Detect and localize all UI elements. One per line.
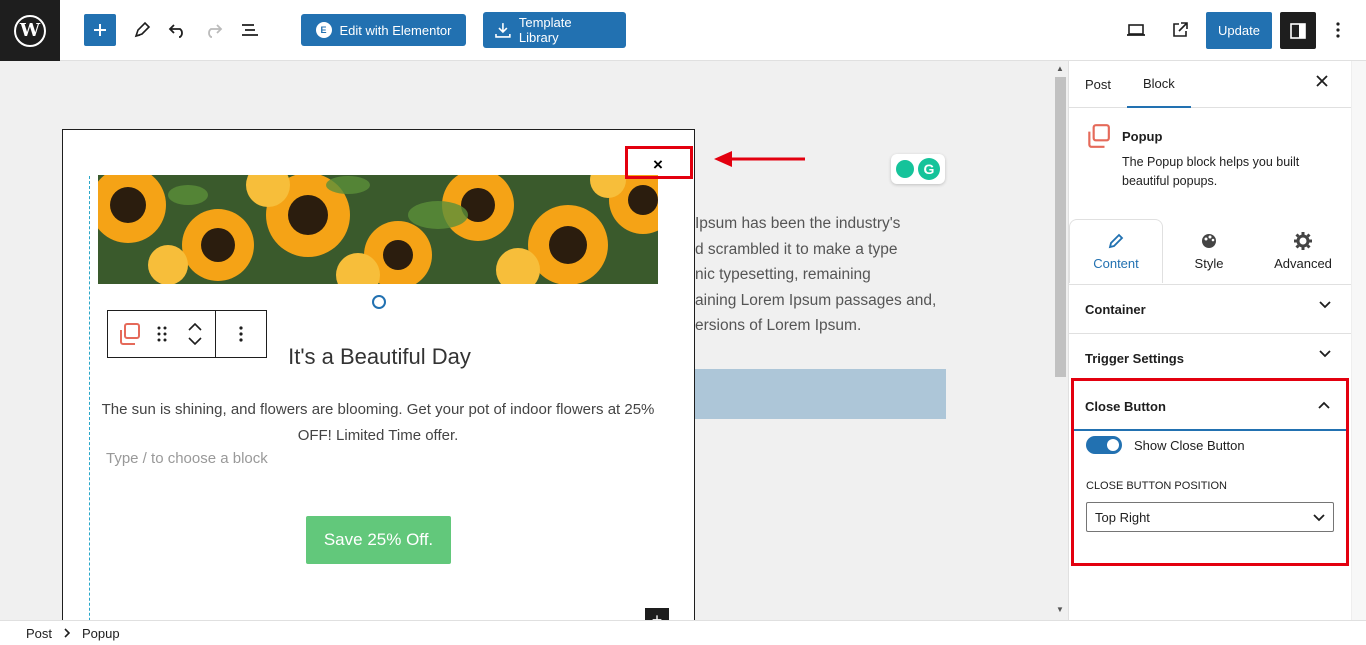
tab-advanced[interactable]: Advanced bbox=[1257, 219, 1349, 283]
preview-device-button[interactable] bbox=[1122, 14, 1150, 46]
chevron-down-icon bbox=[1319, 350, 1331, 358]
editor-canvas: Ipsum has been the industry's d scramble… bbox=[0, 61, 1068, 620]
breadcrumb: Post Popup bbox=[0, 620, 1366, 645]
scrollbar-thumb[interactable] bbox=[1055, 77, 1066, 377]
wordpress-icon: W bbox=[14, 14, 46, 47]
breadcrumb-post[interactable]: Post bbox=[26, 626, 52, 641]
popup-heading[interactable]: It's a Beautiful Day bbox=[63, 344, 696, 370]
elementor-icon: E bbox=[315, 22, 332, 38]
sunflower-image[interactable] bbox=[98, 175, 658, 284]
template-library-label: Template Library bbox=[518, 15, 572, 45]
close-button-highlight bbox=[625, 146, 693, 179]
tab-content[interactable]: Content bbox=[1069, 219, 1163, 283]
bg-line: d scrambled it to make a type bbox=[695, 240, 898, 258]
grammarly-icon: G bbox=[918, 158, 940, 180]
edit-with-elementor-label: Edit with Elementor bbox=[339, 22, 452, 38]
tools-button[interactable] bbox=[128, 14, 156, 46]
block-outline bbox=[89, 176, 90, 620]
block-card-description: The Popup block helps you built beautifu… bbox=[1122, 155, 1300, 188]
settings-sidebar-toggle[interactable] bbox=[1280, 12, 1316, 49]
more-vertical-icon bbox=[1336, 22, 1340, 38]
pencil-icon bbox=[134, 21, 151, 38]
popup-block[interactable]: × It's a Beautiful Day The sun is shinin… bbox=[62, 129, 695, 620]
background-paragraph[interactable]: Ipsum has been the industry's d scramble… bbox=[695, 211, 955, 339]
document-overview-button[interactable] bbox=[236, 14, 264, 46]
close-sidebar-icon[interactable] bbox=[1315, 74, 1329, 93]
panel-trigger-settings[interactable]: Trigger Settings bbox=[1069, 333, 1351, 382]
bg-line: nic typesetting, remaining bbox=[695, 266, 871, 283]
external-link-icon bbox=[1173, 22, 1188, 37]
top-toolbar: W E Edit with Elementor Template Library… bbox=[0, 0, 1366, 61]
sidebar-icon bbox=[1290, 22, 1306, 39]
list-view-icon bbox=[242, 24, 258, 36]
bg-line: ersions of Lorem Ipsum. bbox=[695, 317, 862, 334]
add-block-button[interactable] bbox=[84, 14, 116, 46]
panel-container-label: Container bbox=[1085, 301, 1146, 317]
block-card-title: Popup bbox=[1122, 129, 1163, 144]
download-icon bbox=[495, 23, 511, 38]
inspector-tabs: Content Style Advanced bbox=[1069, 219, 1351, 283]
template-library-button[interactable]: Template Library bbox=[483, 12, 626, 48]
tab-advanced-label: Advanced bbox=[1274, 255, 1332, 271]
gear-icon bbox=[1294, 231, 1312, 250]
sunflower-illustration bbox=[98, 175, 658, 284]
drag-icon bbox=[157, 326, 167, 342]
image-resize-handle[interactable] bbox=[372, 295, 386, 309]
tab-block[interactable]: Block bbox=[1127, 61, 1191, 108]
tab-post[interactable]: Post bbox=[1085, 61, 1111, 108]
options-menu-button[interactable] bbox=[1330, 14, 1346, 46]
laptop-icon bbox=[1127, 24, 1145, 36]
pencil-icon bbox=[1108, 233, 1124, 249]
wordpress-logo-button[interactable]: W bbox=[0, 0, 60, 61]
bg-line: aining Lorem Ipsum passages and, bbox=[695, 291, 937, 309]
redo-button[interactable] bbox=[199, 14, 227, 46]
save-offer-button[interactable]: Save 25% Off. bbox=[306, 516, 451, 564]
sidebar-tabs: Post Block bbox=[1069, 61, 1351, 108]
more-vertical-icon bbox=[239, 326, 243, 342]
scroll-up-icon[interactable]: ▲ bbox=[1056, 64, 1064, 73]
redo-icon bbox=[208, 24, 223, 38]
block-placeholder[interactable]: Type / to choose a block bbox=[106, 450, 268, 467]
grammarly-widget[interactable]: G bbox=[891, 154, 945, 184]
chevron-down-icon bbox=[1319, 301, 1331, 309]
sidebar-scrollbar[interactable] bbox=[1351, 61, 1366, 620]
tab-style[interactable]: Style bbox=[1163, 219, 1255, 283]
palette-icon bbox=[1202, 233, 1216, 248]
popup-block-icon bbox=[1088, 124, 1110, 148]
tab-style-label: Style bbox=[1194, 255, 1224, 271]
tab-content-label: Content bbox=[1093, 256, 1139, 271]
annotation-arrow-icon bbox=[714, 151, 805, 167]
view-post-button[interactable] bbox=[1166, 14, 1194, 46]
chevron-up-icon[interactable] bbox=[187, 323, 202, 331]
plus-icon bbox=[94, 24, 106, 36]
panel-trigger-label: Trigger Settings bbox=[1085, 350, 1184, 366]
scroll-down-icon[interactable]: ▼ bbox=[1056, 605, 1064, 614]
block-inserter-button[interactable]: + bbox=[645, 608, 669, 620]
background-block[interactable] bbox=[695, 369, 946, 419]
popup-description[interactable]: The sun is shining, and flowers are bloo… bbox=[93, 397, 663, 449]
chevron-right-icon bbox=[64, 628, 71, 638]
grammarly-bulb-icon bbox=[896, 160, 914, 178]
popup-block-icon bbox=[120, 323, 140, 345]
canvas-scrollbar[interactable]: ▲ ▼ bbox=[1053, 61, 1067, 620]
update-button[interactable]: Update bbox=[1206, 12, 1272, 49]
close-button-panel-highlight bbox=[1071, 378, 1349, 566]
undo-button[interactable] bbox=[164, 14, 192, 46]
panel-container[interactable]: Container bbox=[1069, 284, 1351, 333]
breadcrumb-popup[interactable]: Popup bbox=[82, 626, 120, 641]
bg-line: Ipsum has been the industry's bbox=[695, 215, 901, 232]
undo-icon bbox=[168, 24, 183, 38]
settings-sidebar: Post Block Popup The Popup block helps y… bbox=[1068, 61, 1366, 620]
edit-with-elementor-button[interactable]: E Edit with Elementor bbox=[301, 14, 466, 46]
